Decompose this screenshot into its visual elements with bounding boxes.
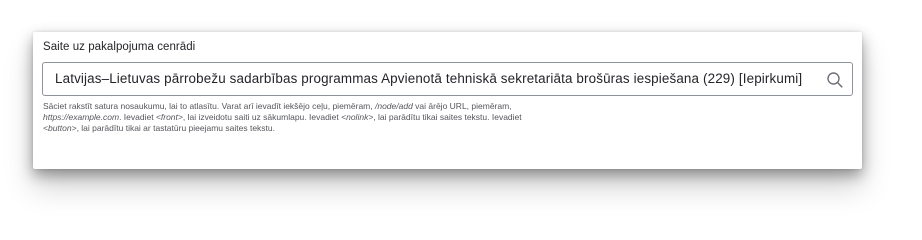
input-value[interactable]: Latvijas–Lietuvas pārrobežu sadarbības p… [55, 71, 802, 86]
front-token: <front> [155, 112, 183, 122]
search-icon[interactable] [826, 71, 844, 89]
nolink-token: <nolink> [341, 112, 374, 122]
node-add-example: /node/add [374, 101, 413, 111]
field-label: Saite uz pakalpojuma cenrādi [43, 41, 196, 53]
button-token: <button> [43, 123, 77, 133]
external-url-example: https://example.com [43, 112, 120, 122]
field-description: Sāciet rakstīt satura nosaukumu, lai to … [43, 101, 522, 133]
link-field-card: Saite uz pakalpojuma cenrādi Latvijas–Li… [33, 32, 862, 169]
price-list-link-input[interactable]: Latvijas–Lietuvas pārrobežu sadarbības p… [42, 62, 853, 96]
